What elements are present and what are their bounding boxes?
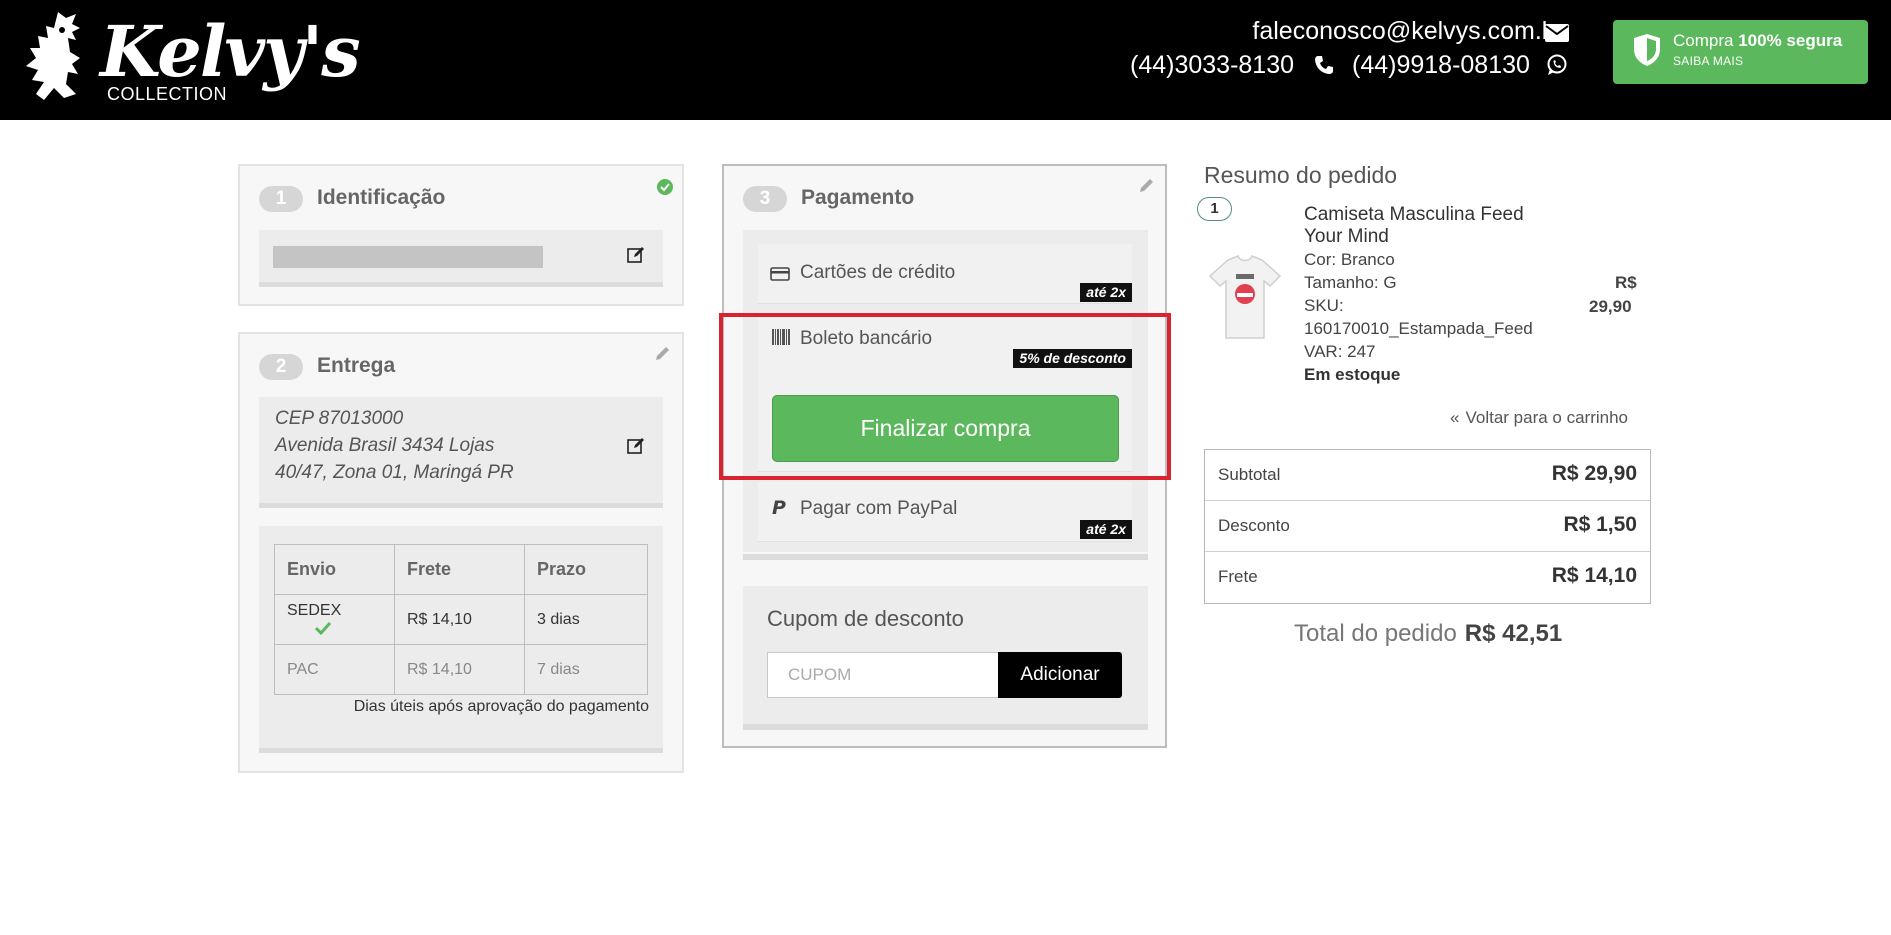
delivery-panel: 2 Entrega CEP 87013000 Avenida Brasil 34…: [238, 332, 684, 773]
product-color: Cor: Branco: [1304, 250, 1395, 269]
quantity-badge: 1: [1197, 197, 1232, 221]
check-icon: [315, 622, 331, 636]
product-image[interactable]: [1206, 254, 1284, 340]
step-number: 1: [259, 186, 303, 212]
divider: [743, 554, 1148, 560]
totals-row: Subtotal R$ 29,90: [1205, 450, 1650, 501]
totals-value: R$ 1,50: [1563, 513, 1637, 536]
product-price-value: 29,90: [1589, 297, 1632, 316]
step-title: Pagamento: [801, 186, 915, 209]
shipping-table: Envio Frete Prazo SEDEX R$ 14,10 3 dias …: [274, 544, 648, 695]
coupon-title: Cupom de desconto: [767, 606, 964, 631]
site-header: Kelvy's COLLECTION faleconosco@kelvys.co…: [0, 0, 1891, 120]
contact-email[interactable]: faleconosco@kelvys.com.br: [1252, 17, 1564, 46]
pencil-icon[interactable]: [1138, 178, 1154, 194]
paypal-icon: P: [772, 497, 786, 519]
shipping-price: R$ 14,10: [394, 594, 525, 645]
payment-option-credit-card[interactable]: Cartões de crédito até 2x: [758, 244, 1132, 304]
step-title: Entrega: [317, 354, 396, 377]
secure-purchase-sub: SAIBA MAIS: [1673, 54, 1744, 68]
installments-badge: até 2x: [1080, 520, 1132, 539]
product-price-currency: R$: [1615, 273, 1637, 292]
credit-card-icon: [770, 267, 790, 281]
totals-value: R$ 29,90: [1551, 462, 1637, 485]
secure-purchase-button[interactable]: Compra 100% segura SAIBA MAIS: [1613, 20, 1868, 84]
pencil-icon[interactable]: [654, 346, 670, 362]
product-stock: Em estoque: [1304, 365, 1401, 384]
edit-icon[interactable]: [627, 246, 645, 264]
payment-option-label: Pagar com PayPal: [800, 498, 958, 519]
phone-icon: [1315, 56, 1333, 74]
shipping-row-pac[interactable]: PAC R$ 14,10 7 dias: [274, 644, 648, 695]
product-name[interactable]: Camiseta Masculina Feed Your Mind: [1304, 204, 1564, 248]
payment-option-paypal[interactable]: P Pagar com PayPal até 2x: [758, 482, 1132, 542]
step-number: 2: [259, 354, 303, 380]
totals-label: Desconto: [1218, 516, 1290, 535]
coupon-box: Cupom de desconto Adicionar: [743, 586, 1148, 730]
shipping-time: 3 dias: [524, 594, 648, 645]
step-number: 3: [743, 186, 787, 212]
shipping-method: PAC: [274, 644, 395, 695]
shipping-price: R$ 14,10: [394, 644, 525, 695]
grand-total-value: R$ 42,51: [1464, 620, 1563, 647]
envelope-icon: [1545, 24, 1569, 42]
totals-label: Frete: [1218, 567, 1258, 586]
installments-badge: até 2x: [1080, 283, 1132, 302]
shipping-row-sedex[interactable]: SEDEX R$ 14,10 3 dias: [274, 594, 648, 645]
shield-icon: [1634, 34, 1660, 66]
grand-total-label: Total do pedido: [1294, 620, 1457, 647]
address-line: 40/47, Zona 01, Maringá PR: [275, 462, 514, 483]
grand-total: Total do pedido R$ 42,51: [1294, 620, 1562, 648]
add-coupon-button[interactable]: Adicionar: [998, 652, 1122, 698]
double-chevron-left-icon: «: [1450, 408, 1460, 427]
totals-value: R$ 14,10: [1551, 564, 1637, 587]
identification-box: [259, 230, 663, 287]
totals-label: Subtotal: [1218, 465, 1281, 484]
shipping-time: 7 dias: [524, 644, 648, 695]
shipping-box: Envio Frete Prazo SEDEX R$ 14,10 3 dias …: [259, 526, 663, 753]
product-variant: VAR: 247: [1304, 342, 1376, 361]
brand-logo[interactable]: Kelvy's COLLECTION: [18, 8, 361, 112]
shipping-note: Dias úteis após aprovação do pagamento: [353, 698, 649, 715]
column-header: Prazo: [524, 544, 648, 595]
address-box: CEP 87013000 Avenida Brasil 3434 Lojas 4…: [259, 397, 663, 508]
column-header: Envio: [274, 544, 395, 595]
edit-icon[interactable]: [627, 437, 645, 455]
logo-subtitle: COLLECTION: [107, 84, 228, 104]
back-to-cart-link[interactable]: «Voltar para o carrinho: [1450, 408, 1628, 428]
highlight-boleto: [719, 313, 1171, 480]
totals-row: Frete R$ 14,10: [1205, 552, 1650, 603]
shipping-method: SEDEX: [274, 594, 395, 645]
contact-whatsapp[interactable]: (44)9918-08130: [1352, 51, 1530, 80]
redacted-email: [273, 246, 543, 268]
step-title: Identificação: [317, 186, 446, 209]
identification-panel: 1 Identificação: [238, 164, 684, 306]
address-line: CEP 87013000: [275, 408, 404, 429]
check-circle-icon: [657, 179, 673, 195]
contact-phone[interactable]: (44)3033-8130: [1130, 51, 1294, 80]
logo-wordmark: Kelvy's: [100, 10, 361, 93]
coupon-input[interactable]: [767, 652, 999, 698]
lion-emblem-icon: [26, 12, 80, 100]
address-line: Avenida Brasil 3434 Lojas: [275, 435, 495, 456]
secure-purchase-title: Compra 100% segura: [1673, 31, 1843, 50]
product-sku-label: SKU:: [1304, 296, 1344, 315]
totals-table: Subtotal R$ 29,90 Desconto R$ 1,50 Frete…: [1204, 449, 1651, 604]
product-sku: 160170010_Estampada_Feed: [1304, 319, 1533, 338]
product-size: Tamanho: G: [1304, 273, 1397, 292]
payment-option-label: Cartões de crédito: [800, 262, 956, 283]
whatsapp-icon: [1547, 54, 1567, 75]
order-summary-title: Resumo do pedido: [1204, 162, 1398, 188]
column-header: Frete: [394, 544, 525, 595]
totals-row: Desconto R$ 1,50: [1205, 501, 1650, 552]
